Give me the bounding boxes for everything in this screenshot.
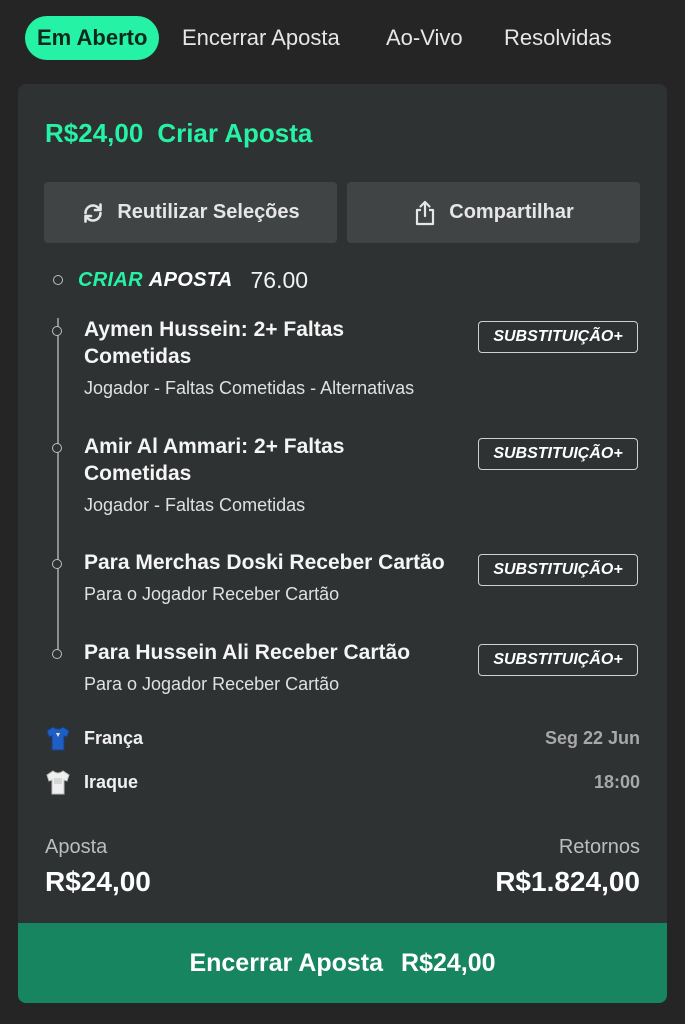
tab-settled[interactable]: Resolvidas: [504, 16, 612, 60]
bet-status-tabs: Em Aberto Encerrar Aposta Ao-Vivo Resolv…: [0, 0, 685, 78]
timeline-node: [52, 443, 62, 453]
selection-market: Para o Jogador Receber Cartão: [84, 674, 340, 694]
away-team-name: Iraque: [84, 771, 139, 792]
blue-shirt-icon: [46, 726, 70, 751]
reuse-selections-button[interactable]: Reutilizar Seleções: [44, 182, 337, 243]
cash-out-button[interactable]: Encerrar Aposta R$24,00: [18, 923, 667, 1003]
away-team: Iraque: [44, 767, 138, 797]
selection-market: Jogador - Faltas Cometidas - Alternativa…: [84, 378, 415, 398]
selection-name: Para Hussein Ali Receber Cartão: [84, 641, 411, 664]
returns-label: Retornos: [558, 836, 640, 858]
stake-value: R$24,00: [45, 866, 151, 897]
selection-market: Para o Jogador Receber Cartão: [84, 584, 340, 604]
substitution-badge[interactable]: SUBSTITUIÇÃO+: [478, 321, 638, 353]
substitution-badge[interactable]: SUBSTITUIÇÃO+: [478, 644, 638, 676]
cash-out-label: Encerrar Aposta: [189, 948, 384, 977]
bet-card: R$24,00 Criar Aposta Reutilizar Seleções …: [18, 84, 667, 1003]
home-team: França: [44, 723, 143, 753]
bet-builder-header: CRIAR APOSTA 76.00: [53, 266, 308, 294]
bet-title-type: Criar Aposta: [157, 118, 313, 148]
timeline-node: [52, 559, 62, 569]
returns-value: R$1.824,00: [495, 866, 640, 897]
selection-name: Aymen Hussein: 2+ Faltas Cometidas: [84, 318, 345, 368]
reuse-selections-label: Reutilizar Seleções: [117, 201, 300, 223]
timeline-node: [52, 326, 62, 336]
selection-timeline: [57, 318, 59, 658]
selection-market: Jogador - Faltas Cometidas: [84, 495, 306, 515]
bet-title-stake: R$24,00: [45, 118, 144, 148]
selection-name: Amir Al Ammari: 2+ Faltas Cometidas: [84, 435, 345, 485]
home-team-name: França: [84, 727, 144, 748]
cash-out-value: R$24,00: [401, 948, 496, 977]
match-date: Seg 22 Jun: [544, 728, 640, 748]
refresh-icon: [84, 202, 103, 223]
tab-cash-out[interactable]: Encerrar Aposta: [182, 16, 340, 60]
share-button[interactable]: Compartilhar: [347, 182, 640, 243]
white-shirt-icon: [46, 770, 70, 795]
tab-live[interactable]: Ao-Vivo: [386, 16, 463, 60]
bet-title: R$24,00 Criar Aposta: [45, 118, 312, 149]
selection-name: Para Merchas Doski Receber Cartão: [84, 551, 445, 574]
timeline-node: [52, 649, 62, 659]
match-time: 18:00: [593, 772, 640, 792]
timeline-start-dot: [53, 275, 63, 285]
bet-builder-logo: CRIAR APOSTA: [78, 268, 233, 291]
stake-label: Aposta: [45, 836, 108, 858]
substitution-badge[interactable]: SUBSTITUIÇÃO+: [478, 554, 638, 586]
share-icon: [416, 200, 435, 225]
bet-odds: 76.00: [250, 266, 309, 293]
share-label: Compartilhar: [449, 201, 574, 223]
tab-open[interactable]: Em Aberto: [25, 16, 160, 60]
substitution-badge[interactable]: SUBSTITUIÇÃO+: [478, 438, 638, 470]
